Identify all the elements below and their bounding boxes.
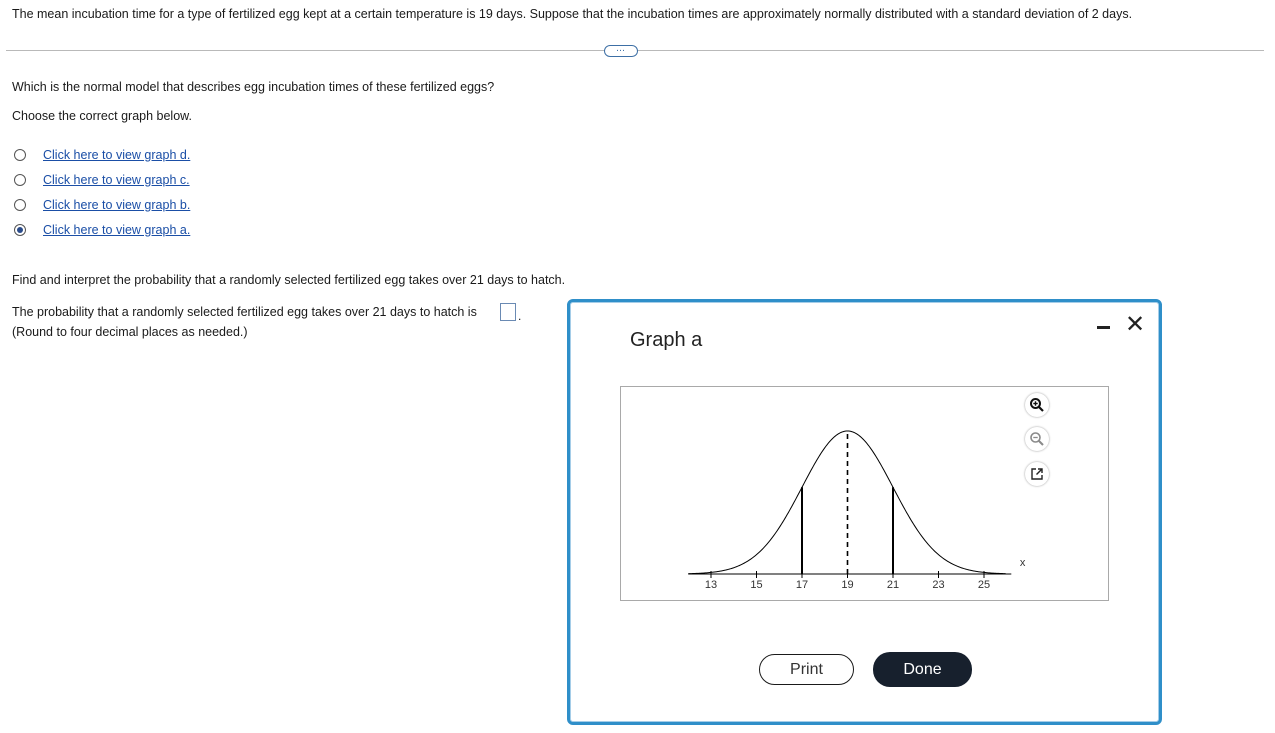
x-tick-label-21: 21 [887,579,899,591]
print-button[interactable]: Print [759,654,854,685]
x-tick-label-25: 25 [978,579,990,591]
radio-button[interactable] [14,174,26,186]
radio-button-selected[interactable] [14,224,26,236]
x-axis-label: x [1020,557,1026,569]
instruction-text: Choose the correct graph below. [12,109,192,123]
close-icon[interactable]: ✕ [1125,312,1145,338]
done-button[interactable]: Done [873,652,972,687]
problem-statement: The mean incubation time for a type of f… [12,7,1133,21]
probability-prompt: The probability that a randomly selected… [12,305,477,319]
dialog-title: Graph a [630,329,703,351]
x-tick-label-13: 13 [705,579,717,591]
find-prompt: Find and interpret the probability that … [12,273,566,287]
zoom-out-icon[interactable] [1025,427,1049,451]
radio-button[interactable] [14,149,26,161]
zoom-in-icon[interactable] [1025,393,1049,417]
x-tick-label-15: 15 [750,579,762,591]
graph-c-link[interactable]: Click here to view graph c. [43,173,190,187]
radio-button[interactable] [14,199,26,211]
answer-input[interactable] [500,303,516,321]
minimize-icon[interactable] [1097,318,1111,334]
x-tick-label-19: 19 [841,579,853,591]
graph-b-link[interactable]: Click here to view graph b. [43,198,190,212]
x-tick-label-23: 23 [932,579,944,591]
x-tick-label-17: 17 [796,579,808,591]
graph-d-link[interactable]: Click here to view graph d. [43,148,190,162]
normal-curve-plot: 13 15 17 19 21 23 25 x [620,386,1109,601]
question-text: Which is the normal model that describes… [12,80,495,94]
graph-a-link[interactable]: Click here to view graph a. [43,223,190,237]
expand-button[interactable]: … [604,45,638,57]
answer-suffix: . [518,309,522,323]
rounding-note: (Round to four decimal places as needed.… [12,325,248,339]
pop-out-icon[interactable] [1025,462,1049,486]
chart-svg: 13 15 17 19 21 23 25 x [688,430,1026,591]
